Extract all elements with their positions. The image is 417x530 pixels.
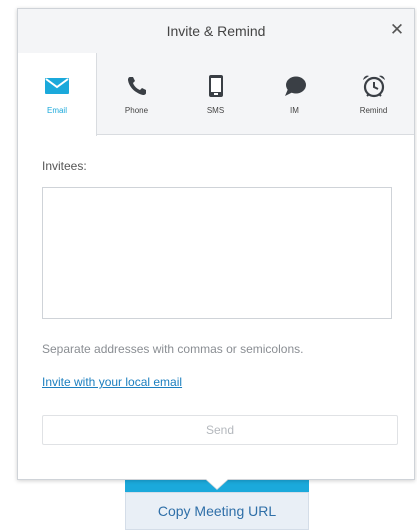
tab-sms-label: SMS xyxy=(206,106,225,115)
popup-title: Invite & Remind xyxy=(166,23,266,39)
mobile-icon xyxy=(202,73,230,99)
send-button[interactable]: Send xyxy=(42,415,398,445)
copy-meeting-url-button[interactable]: Copy Meeting URL xyxy=(125,492,309,530)
alarm-clock-icon xyxy=(360,73,388,99)
tab-email-label: Email xyxy=(46,106,67,115)
tab-im-label: IM xyxy=(290,106,299,115)
envelope-icon xyxy=(43,73,71,99)
invitees-label: Invitees: xyxy=(42,159,87,173)
popup-caret xyxy=(206,479,228,489)
phone-icon xyxy=(123,73,151,99)
tab-remind[interactable]: Remind xyxy=(334,53,413,135)
tab-phone[interactable]: Phone xyxy=(97,53,176,135)
invite-remind-popup: Invite & Remind ✕ Email Phone SMS IM Rem… xyxy=(17,8,415,480)
tab-remind-label: Remind xyxy=(359,106,388,115)
popup-header: Invite & Remind ✕ xyxy=(18,9,414,53)
tab-phone-label: Phone xyxy=(124,106,149,115)
invite-local-email-link[interactable]: Invite with your local email xyxy=(42,375,182,389)
invitees-input[interactable] xyxy=(42,187,392,319)
close-icon[interactable]: ✕ xyxy=(388,21,406,39)
background-app-edge xyxy=(0,0,16,530)
invitees-helper-text: Separate addresses with commas or semico… xyxy=(42,342,304,356)
tab-im[interactable]: IM xyxy=(255,53,334,135)
invite-method-tabs: Email Phone SMS IM Remind xyxy=(18,53,414,136)
tab-email[interactable]: Email xyxy=(18,53,97,136)
chat-bubble-icon xyxy=(281,73,309,99)
tab-sms[interactable]: SMS xyxy=(176,53,255,135)
